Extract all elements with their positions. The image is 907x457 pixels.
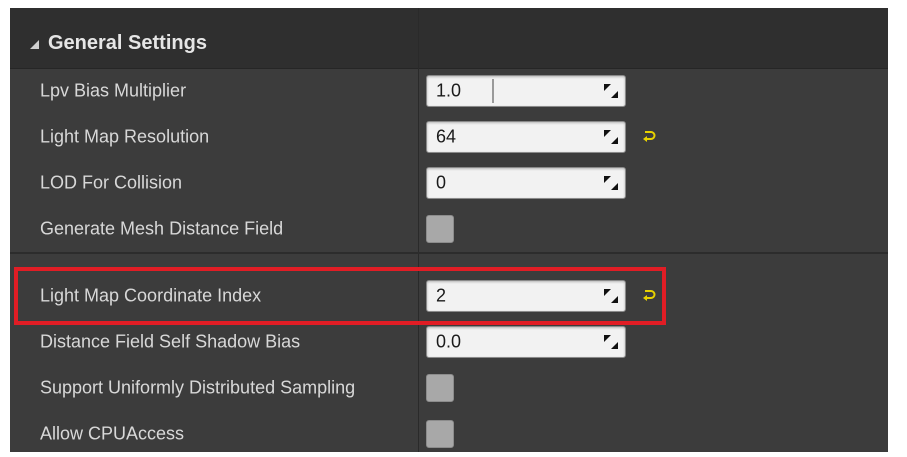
property-label: Generate Mesh Distance Field bbox=[40, 218, 284, 239]
property-label: Lpv Bias Multiplier bbox=[40, 80, 187, 101]
property-row: Light Map Resolution 64 bbox=[10, 114, 888, 160]
background-area bbox=[888, 8, 907, 126]
reset-to-default-icon[interactable] bbox=[642, 130, 656, 144]
drag-arrows-icon[interactable] bbox=[603, 334, 619, 350]
section-title-label: General Settings bbox=[48, 32, 207, 54]
property-row: Lpv Bias Multiplier 1.0 bbox=[10, 68, 888, 114]
property-label: LOD For Collision bbox=[40, 172, 183, 193]
property-row: Support Uniformly Distributed Sampling bbox=[10, 365, 888, 411]
lod-for-collision-input[interactable]: 0 bbox=[426, 167, 626, 199]
property-label: Distance Field Self Shadow Bias bbox=[40, 331, 301, 352]
drag-arrows-icon[interactable] bbox=[603, 175, 619, 191]
section-title: General Settings bbox=[28, 32, 207, 55]
slider-handle[interactable] bbox=[492, 79, 494, 103]
background-area-lower bbox=[888, 126, 907, 452]
support-uniformly-distributed-sampling-checkbox[interactable] bbox=[426, 374, 454, 402]
field-value: 0 bbox=[436, 172, 447, 193]
generate-mesh-distance-field-checkbox[interactable] bbox=[426, 215, 454, 243]
triangle-down-icon bbox=[30, 39, 39, 49]
section-header[interactable]: General Settings bbox=[10, 8, 888, 69]
drag-arrows-icon[interactable] bbox=[603, 83, 619, 99]
lpv-bias-multiplier-input[interactable]: 1.0 bbox=[426, 75, 626, 107]
property-label: Light Map Resolution bbox=[40, 126, 210, 147]
highlight-box bbox=[14, 267, 666, 325]
light-map-resolution-input[interactable]: 64 bbox=[426, 121, 626, 153]
property-label: Support Uniformly Distributed Sampling bbox=[40, 377, 356, 398]
distance-field-self-shadow-bias-input[interactable]: 0.0 bbox=[426, 326, 626, 358]
property-row: LOD For Collision 0 bbox=[10, 160, 888, 206]
property-row: Generate Mesh Distance Field bbox=[10, 206, 888, 252]
property-row: Allow CPUAccess bbox=[10, 411, 888, 457]
field-value: 64 bbox=[436, 126, 457, 147]
drag-arrows-icon[interactable] bbox=[603, 129, 619, 145]
allow-cpu-access-checkbox[interactable] bbox=[426, 420, 454, 448]
field-value: 1.0 bbox=[436, 80, 462, 101]
property-row: Distance Field Self Shadow Bias 0.0 bbox=[10, 319, 888, 365]
property-label: Allow CPUAccess bbox=[40, 423, 185, 444]
row-separator bbox=[10, 252, 888, 254]
field-value: 0.0 bbox=[436, 331, 462, 352]
